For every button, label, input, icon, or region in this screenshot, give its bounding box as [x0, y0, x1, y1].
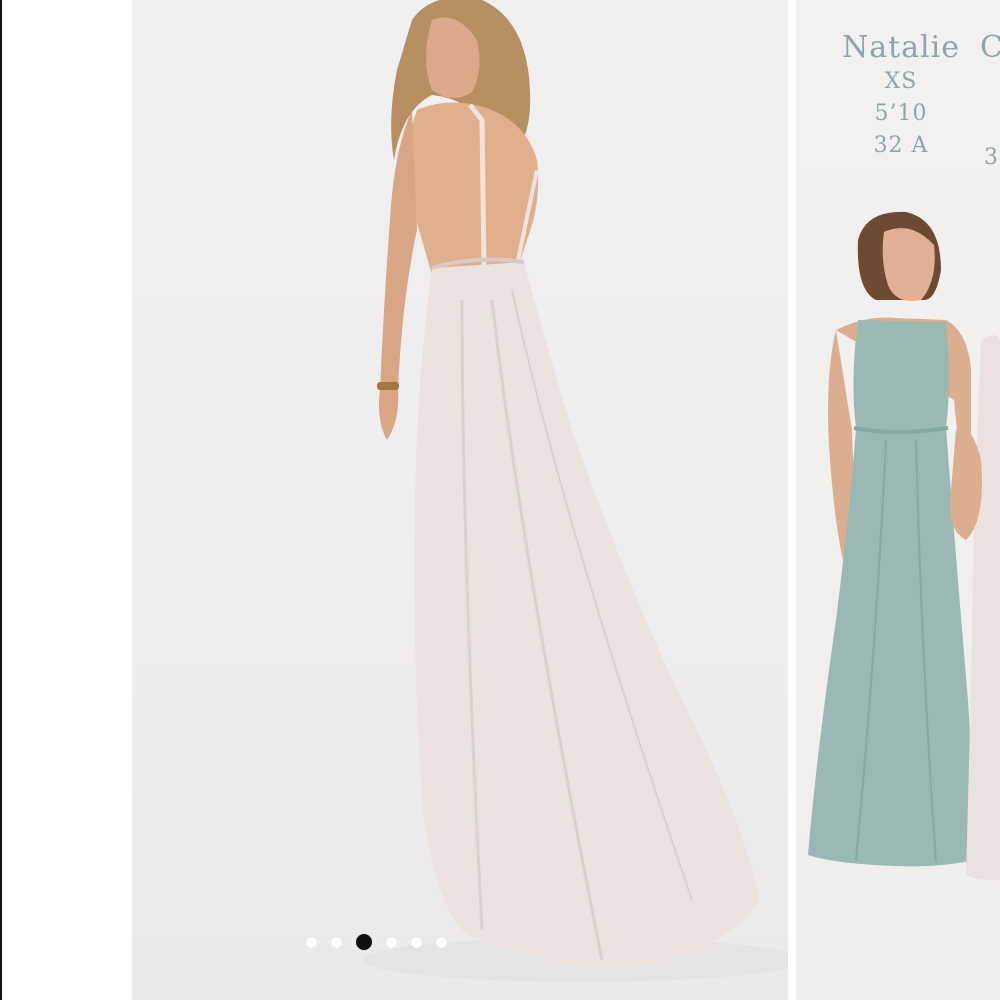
second-model-initial: C: [980, 30, 1000, 65]
carousel-dot-1[interactable]: [306, 936, 317, 948]
left-edge-line: [0, 0, 2, 1000]
model-size: XS: [884, 69, 918, 94]
left-margin: [0, 0, 132, 1000]
model-back-illustration: [362, 0, 788, 982]
model-name: Natalie: [841, 30, 961, 65]
carousel-dot-2[interactable]: [331, 936, 342, 948]
model-measurements: Natalie XS 5’10 32 A: [836, 30, 966, 162]
product-photo-next-slide[interactable]: Natalie XS 5’10 32 A C 3: [796, 0, 1000, 1000]
second-model-measurements-partial: C 3: [980, 30, 1000, 174]
second-model-bust-partial: 3: [984, 145, 998, 170]
carousel-dot-5[interactable]: [411, 936, 422, 948]
model-bust: 32 A: [873, 133, 929, 158]
model-height: 5’10: [874, 101, 928, 126]
slide-divider: [788, 0, 796, 1000]
product-photo-back-view[interactable]: [132, 0, 788, 1000]
carousel-pagination: [306, 934, 447, 950]
carousel-dot-4[interactable]: [386, 936, 397, 948]
carousel-dot-3-active[interactable]: [356, 934, 372, 950]
carousel-dot-6[interactable]: [436, 936, 447, 948]
